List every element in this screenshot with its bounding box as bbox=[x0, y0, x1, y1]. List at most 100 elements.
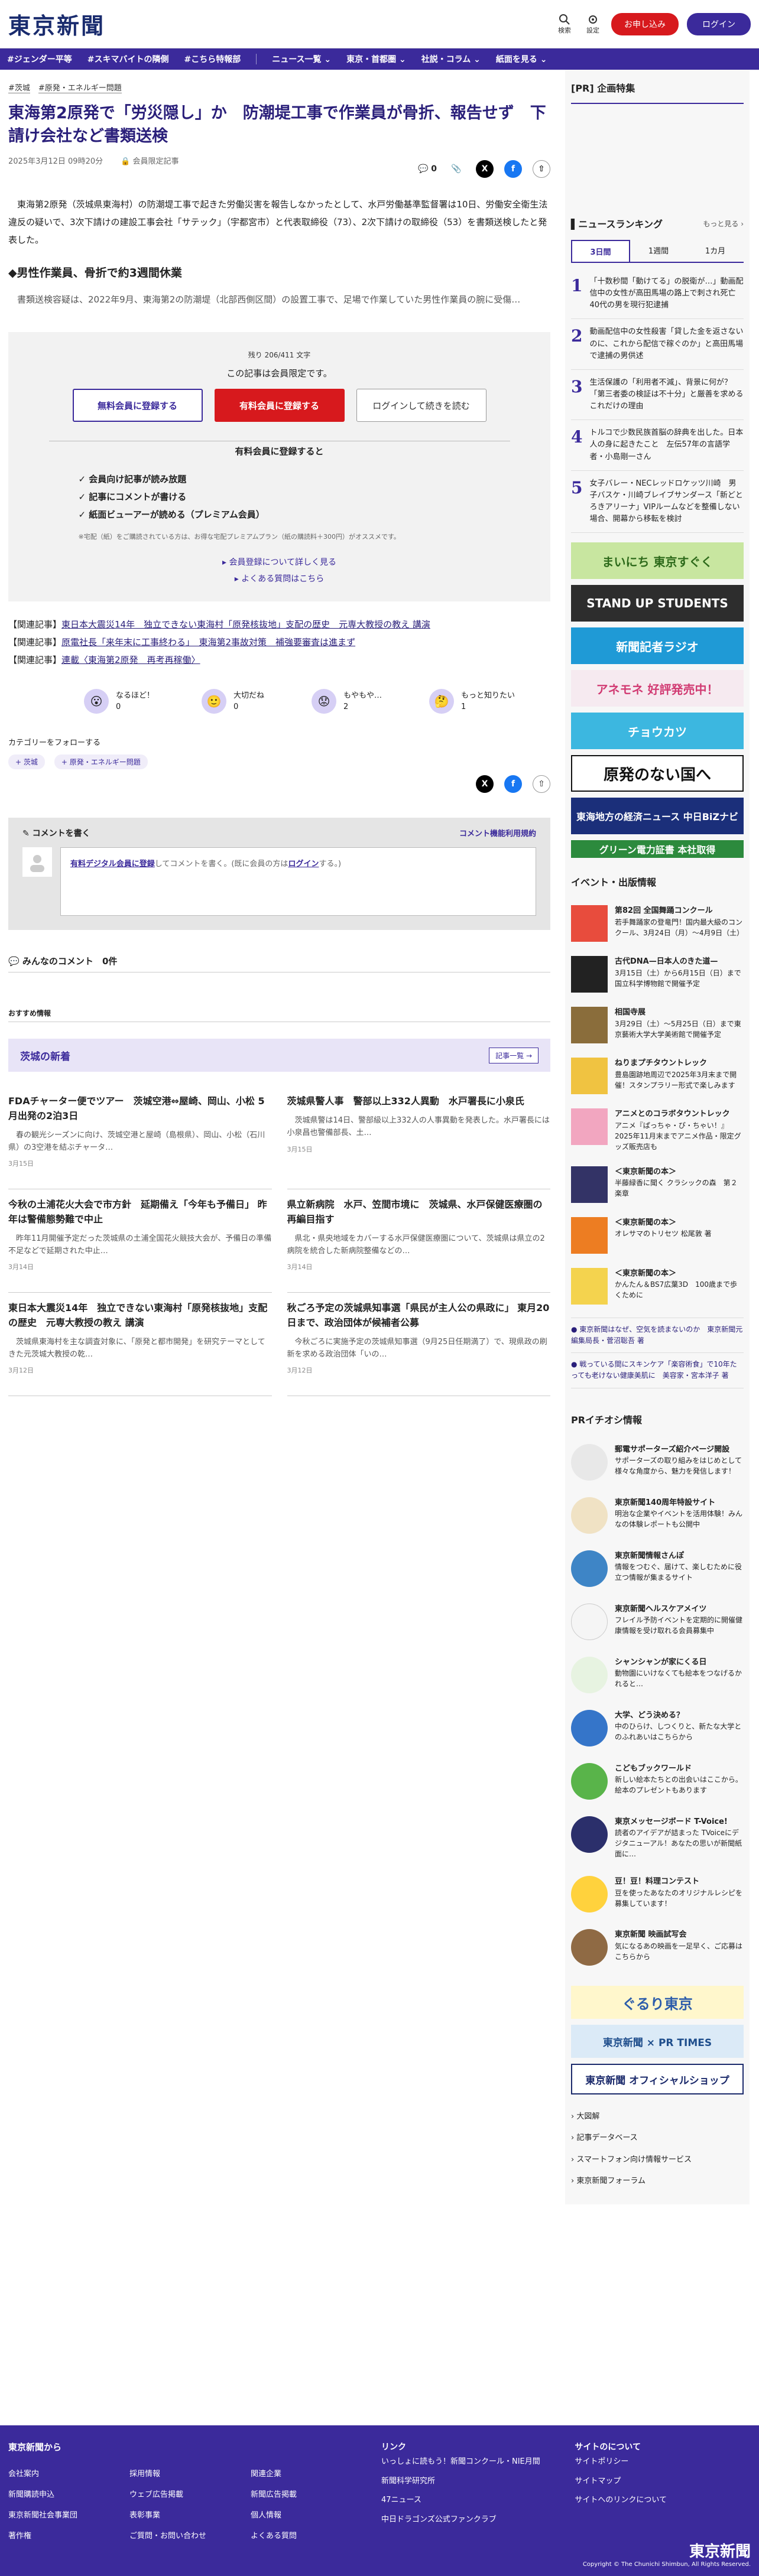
footer-link[interactable]: 新聞購読申込 bbox=[8, 2488, 129, 2499]
reaction-naruhodo[interactable]: 😮 なるほど！ 0 bbox=[84, 689, 154, 714]
nav-sukimabaito[interactable]: #スキマバイトの隣側 bbox=[87, 53, 169, 65]
login-button[interactable]: ログイン bbox=[687, 12, 751, 35]
footer-link[interactable]: よくある質問 bbox=[251, 2529, 372, 2541]
reaction-moyamoya[interactable]: 😟 もやもや… 2 bbox=[312, 689, 382, 714]
banner-genpatsu[interactable]: 原発のない国へ bbox=[571, 755, 744, 792]
pr-item[interactable]: シャンシャンが家にくる日 動物園にいけなくても絵本をつなげるかれると… bbox=[565, 1648, 750, 1702]
sidebar-link[interactable]: › スマートフォン向け情報サービス bbox=[571, 2149, 744, 2171]
sidebar-link[interactable]: › 記事データベース bbox=[571, 2128, 744, 2149]
book-link[interactable]: ● 東京新聞はなぜ、空気を読まないのか 東京新聞元編集局長・菅沼聡吾 著 bbox=[571, 1317, 744, 1352]
banner-choukatsu[interactable]: チョウカツ bbox=[571, 713, 744, 750]
related-link[interactable]: 原電社長「来年末に工事終わる」 東海第2事故対策 補強要審査は進まず bbox=[61, 637, 355, 648]
paid-signup-button[interactable]: 有料会員に登録する bbox=[214, 389, 345, 422]
reaction-taisetsu[interactable]: 🙂 大切だね 0 bbox=[202, 689, 264, 714]
news-card[interactable]: 今秋の土浦花火大会で市方針 延期備え「今年も予備日」 昨年は警備態勢難で中止 昨… bbox=[8, 1189, 272, 1293]
event-item[interactable]: ＜東京新聞の本＞ かんたん＆BS7広葉3D 100歳まで歩くために bbox=[565, 1261, 750, 1312]
pr-item[interactable]: 郵電サポーターズ紹介ページ開設 サポーターズの取り組みをはじめとして様々な角度から… bbox=[565, 1436, 750, 1489]
pr-item[interactable]: 東京メッセージボード T-Voice! 読者のアイデアが詰まった TVoiceにデ… bbox=[565, 1808, 750, 1868]
sidebar-link[interactable]: › 大図解 bbox=[571, 2106, 744, 2128]
pr-item[interactable]: 東京新聞ヘルスケアメイツ フレイル予防イベントを定期的に開催健康情報を受け取れる会… bbox=[565, 1595, 750, 1648]
nav-editorial[interactable]: 社説・コラム ⌄ bbox=[421, 53, 481, 65]
pr-item[interactable]: こどもブックワールド 新しい絵本たちとの出会いはここから。絵本のプレゼントもありま… bbox=[565, 1755, 750, 1808]
comment-login-link[interactable]: ログイン bbox=[288, 860, 319, 869]
comment-rules-link[interactable]: コメント機能利用規約 bbox=[459, 827, 536, 839]
upload-share-icon[interactable]: ⇧ bbox=[533, 160, 550, 178]
nav-news-list[interactable]: ニュース一覧 ⌄ bbox=[272, 53, 331, 65]
footer-link[interactable]: 関連企業 bbox=[251, 2467, 372, 2479]
footer-link[interactable]: サイトへのリンクについて bbox=[575, 2491, 751, 2510]
signup-button[interactable]: お申し込み bbox=[611, 12, 679, 35]
faq-link[interactable]: ▸ よくある質問はこちら bbox=[235, 574, 324, 584]
banner-anemone[interactable]: アネモネ 好評発売中！ bbox=[571, 670, 744, 707]
pr-item[interactable]: 豆！豆！料理コンテスト 豆を使ったあなたのオリジナルレシピを募集しています！ bbox=[565, 1868, 750, 1921]
tab-1week[interactable]: 1週間 bbox=[630, 240, 687, 262]
pr-item[interactable]: 東京新聞情報さんぽ 情報をつむぐ、届けて、楽しむために役立つ情報が集まるサイト bbox=[565, 1542, 750, 1595]
nav-tokuhobu[interactable]: #こちら特報部 bbox=[184, 53, 241, 65]
footer-link[interactable]: 表彰事業 bbox=[129, 2509, 251, 2520]
ranking-item[interactable]: 4 トルコで少数民族首脳の辞典を出した。日本人の身に起きたこと 左伝57年の言語学… bbox=[571, 420, 744, 471]
follow-nuclear[interactable]: + 原発・エネルギー問題 bbox=[54, 754, 148, 770]
banner-official-shop[interactable]: 東京新聞 オフィシャルショップ bbox=[571, 2064, 744, 2094]
news-card[interactable]: 県立新病院 水戸、笠間市境に 茨城県、水戸保健医療圏の再編目指す 県北・県央地域… bbox=[287, 1189, 550, 1293]
footer-link[interactable]: ご質問・お問い合わせ bbox=[129, 2529, 251, 2541]
banner-tokyo-suguku[interactable]: まいにち 東京すぐく bbox=[571, 542, 744, 580]
footer-link[interactable]: 新聞広告掲載 bbox=[251, 2488, 372, 2499]
footer-link[interactable]: 東京新聞社会事業団 bbox=[8, 2509, 129, 2520]
ranking-item[interactable]: 1 「十数秒間「動けてる」の脱衛が…」動画配信中の女性が高田馬場の路上で刺され死亡… bbox=[571, 269, 744, 320]
register-link[interactable]: 有料デジタル会員に登録 bbox=[70, 860, 155, 869]
footer-link[interactable]: サイトマップ bbox=[575, 2472, 751, 2492]
banner-stand-up-students[interactable]: STAND UP STUDENTS bbox=[571, 585, 744, 622]
pr-item[interactable]: 東京新聞140周年特設サイト 明治な企業やイベントを活用体験！みんなの体験レポート… bbox=[565, 1489, 750, 1542]
nav-tokyo[interactable]: 東京・首都圏 ⌄ bbox=[346, 53, 406, 65]
news-card[interactable]: 東日本大震災14年 独立できない東海村「原発核抜地」支配の歴史 元専大教授の教え… bbox=[8, 1293, 272, 1397]
footer-link[interactable]: 個人情報 bbox=[251, 2509, 372, 2520]
tab-1month[interactable]: 1カ月 bbox=[687, 240, 744, 262]
footer-link[interactable]: いっしょに読もう！新聞コンクール・NIE月間 bbox=[381, 2453, 575, 2472]
tag-ibaraki[interactable]: #茨城 bbox=[8, 82, 30, 93]
comment-textarea[interactable]: 有料デジタル会員に登録してコメントを書く。(既に会員の方はログインする。) bbox=[60, 847, 536, 916]
news-card[interactable]: 茨城県警人事 警部以上332人異動 水戸署長に小泉氏 茨城県警は14日、警部級以… bbox=[287, 1086, 550, 1190]
nav-gender[interactable]: #ジェンダー平等 bbox=[7, 53, 72, 65]
footer-link[interactable]: 会社案内 bbox=[8, 2467, 129, 2479]
footer-link[interactable]: 47ニュース bbox=[381, 2491, 575, 2510]
news-card[interactable]: 秋ごろ予定の茨城県知事選「県民が主人公の県政に」 東月20日まで、政治団体が候補… bbox=[287, 1293, 550, 1397]
search-button[interactable]: 検索 bbox=[554, 14, 575, 35]
banner-bizinavi[interactable]: 東海地方の経済ニュース 中日BiZナビ bbox=[571, 798, 744, 835]
footer-link[interactable]: サイトポリシー bbox=[575, 2453, 751, 2472]
follow-ibaraki[interactable]: + 茨城 bbox=[8, 754, 45, 770]
footer-link[interactable]: 著作権 bbox=[8, 2529, 129, 2541]
clip-icon[interactable]: 📎 bbox=[447, 160, 465, 178]
article-list-link[interactable]: 記事一覧 → bbox=[489, 1047, 539, 1063]
banner-podcast[interactable]: 新聞記者ラジオ bbox=[571, 627, 744, 665]
facebook-share-icon[interactable]: f bbox=[504, 775, 522, 793]
comment-count[interactable]: 💬 0 bbox=[418, 164, 437, 174]
ranking-item[interactable]: 3 生活保護の「利用者不減」、背景に何が？「第三者委の検証は不十分」と厳善を求める… bbox=[571, 370, 744, 421]
login-to-read-button[interactable]: ログインして続きを読む bbox=[356, 389, 486, 422]
x-share-icon[interactable]: X bbox=[476, 775, 494, 793]
event-item[interactable]: 相国寺展 3月29日（土）〜5月25日（日）まで東京藝術大学大学美術館で開催予定 bbox=[565, 1000, 750, 1050]
banner-gururi-tokyo[interactable]: ぐるり東京 bbox=[571, 1986, 744, 2019]
tag-nuclear[interactable]: #原発・エネルギー問題 bbox=[38, 82, 122, 93]
free-signup-button[interactable]: 無料会員に登録する bbox=[72, 389, 203, 422]
tab-3days[interactable]: 3日間 bbox=[571, 240, 630, 262]
upload-share-icon[interactable]: ⇧ bbox=[533, 775, 550, 793]
pr-item[interactable]: 大学、どう決める？ 中のひらけ、しつくりと、新たな大学とのふれあいはこちらから bbox=[565, 1702, 750, 1755]
reaction-motto[interactable]: 🤔 もっと知りたい 1 bbox=[429, 689, 515, 714]
banner-green-power[interactable]: グリーン電力証書 本社取得 bbox=[571, 840, 744, 858]
footer-link[interactable]: 採用情報 bbox=[129, 2467, 251, 2479]
site-logo[interactable]: 東京新聞 bbox=[8, 8, 105, 40]
sidebar-link[interactable]: › 東京新聞フォーラム bbox=[571, 2171, 744, 2192]
footer-link[interactable]: ウェブ広告掲載 bbox=[129, 2488, 251, 2499]
event-item[interactable]: 古代DNA—日本人のきた道— 3月15日（土）から6月15日（日）まで国立科学博物… bbox=[565, 949, 750, 1000]
news-card[interactable]: FDAチャーター便でツアー 茨城空港⇔屋崎、岡山、小松 5月出発の2泊3日 春の… bbox=[8, 1086, 272, 1190]
ranking-item[interactable]: 2 動画配信中の女性殺害「貸した金を返さないのに、これから配信で稼ぐのか」と高田馬… bbox=[571, 319, 744, 370]
pr-item[interactable]: 東京新聞 映画試写会 気になるあの映画を一足早く、ご応募はこちらから bbox=[565, 1921, 750, 1974]
banner-prtimes[interactable]: 東京新聞 × PR TIMES bbox=[571, 2025, 744, 2058]
x-share-icon[interactable]: X bbox=[476, 160, 494, 178]
facebook-share-icon[interactable]: f bbox=[504, 160, 522, 178]
event-item[interactable]: アニメとのコラボタウントレック アニメ『ぱっちゃ・ぴ・ちゃい！』 2025年11月… bbox=[565, 1101, 750, 1159]
related-link[interactable]: 連載〈東海第2原発 再考再稼働〉 bbox=[61, 655, 200, 665]
event-item[interactable]: ねりまプチタウントレック 豊島園跡地周辺で2025年3月末まで開催！スタンプラリー… bbox=[565, 1050, 750, 1101]
footer-logo[interactable]: 東京新聞 bbox=[583, 2539, 751, 2561]
event-item[interactable]: ＜東京新聞の本＞ オレサマのトリセツ 松尾敦 著 bbox=[565, 1210, 750, 1261]
